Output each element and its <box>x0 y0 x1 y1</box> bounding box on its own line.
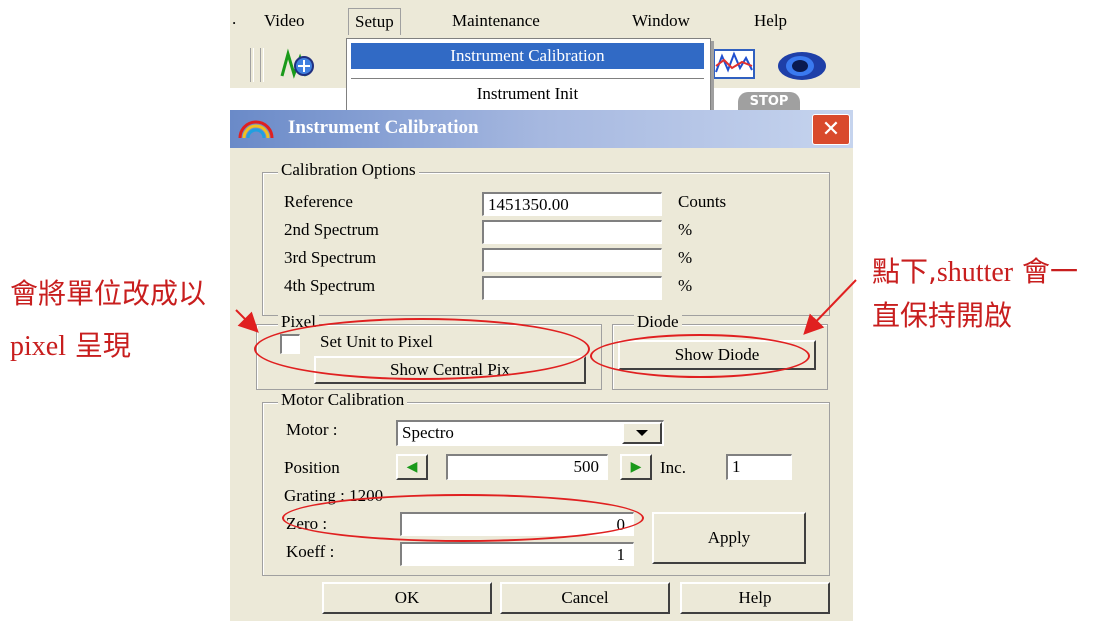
annotation-left-line1: 會將單位改成以 <box>10 277 207 310</box>
annotation-right-line1: 點下,shutter 會一 <box>872 252 1078 293</box>
annotation-arrow-left <box>235 309 259 333</box>
annotation-left-pixel-word: pixel <box>10 331 66 362</box>
annotation-right-line2: 直保持開啟 <box>872 299 1013 332</box>
annotation-left-line2: pixel 呈現 <box>10 326 131 367</box>
annotation-arrow-right <box>803 279 857 335</box>
annotation-right-suffix: 會一 <box>1013 255 1079 288</box>
annotation-right-shutter-word: shutter <box>936 257 1014 288</box>
annotation-left-suffix: 呈現 <box>66 329 131 362</box>
annotation-right-prefix: 點下, <box>872 255 937 288</box>
